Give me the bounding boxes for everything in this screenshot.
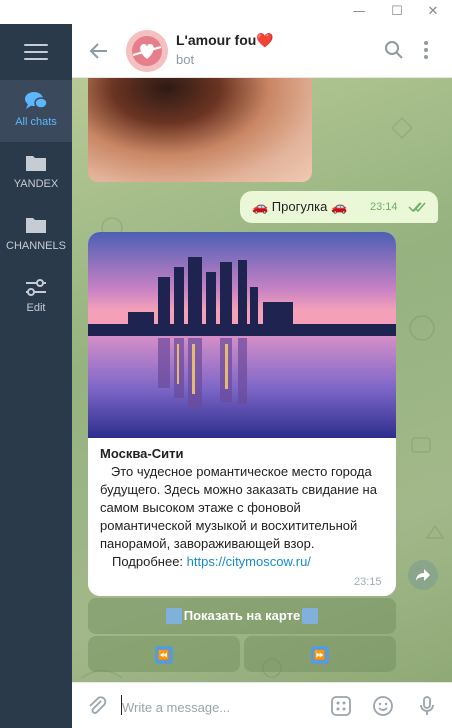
sliders-icon xyxy=(26,279,46,296)
show-on-map-button[interactable]: Показать на карте xyxy=(88,598,396,634)
bot-commands-icon[interactable] xyxy=(330,695,352,717)
close-icon[interactable]: ✕ xyxy=(422,2,444,22)
sidebar-item-yandex[interactable]: YANDEX xyxy=(0,142,72,204)
message-time: 23:14 xyxy=(370,201,398,213)
more-line: Подробнее: https://citymoscow.ru/ xyxy=(100,553,388,571)
message-text: 🚗 Прогулка 🚗 xyxy=(252,199,348,214)
hamburger-menu-icon[interactable] xyxy=(24,44,48,62)
window-titlebar: — ☐ ✕ xyxy=(0,0,452,24)
sidebar-item-label: Edit xyxy=(26,302,46,314)
folder-icon xyxy=(26,156,46,171)
sidebar-item-all-chats[interactable]: All chats xyxy=(0,80,72,142)
maximize-icon[interactable]: ☐ xyxy=(386,2,408,22)
message-input[interactable] xyxy=(122,697,322,717)
incoming-message[interactable]: Москва-Сити Это чудесное романтическое м… xyxy=(88,232,396,596)
sidebar-item-channels[interactable]: CHANNELS xyxy=(0,204,72,266)
chat-area[interactable]: 🚗 Прогулка 🚗 23:14 Москва-Сити Это чудес… xyxy=(72,78,452,682)
outgoing-message[interactable]: 🚗 Прогулка 🚗 23:14 xyxy=(240,191,438,223)
back-arrow-icon[interactable] xyxy=(88,40,110,62)
message-text: Это чудесное романтическое место города … xyxy=(100,464,381,551)
rewind-icon: ⏪ xyxy=(155,645,173,664)
microphone-icon[interactable] xyxy=(416,695,438,717)
folders-sidebar: All chats YANDEX CHANNELS Edit xyxy=(0,24,72,728)
more-options-icon[interactable] xyxy=(422,40,430,60)
message-link[interactable]: https://citymoscow.ru/ xyxy=(187,554,311,569)
chat-header: L'amour fou❤️ bot xyxy=(72,24,452,78)
share-button[interactable] xyxy=(408,560,438,590)
moscow-city-photo[interactable] xyxy=(88,232,396,438)
folder-icon xyxy=(26,218,46,233)
message-body: Москва-Сити Это чудесное романтическое м… xyxy=(100,445,388,571)
chat-bubbles-icon xyxy=(25,92,48,109)
previous-photo[interactable] xyxy=(88,78,312,182)
map-icon xyxy=(165,607,182,624)
emoji-icon[interactable] xyxy=(372,695,394,717)
next-button[interactable]: ⏩ xyxy=(244,636,396,672)
sidebar-item-label: All chats xyxy=(15,116,57,128)
message-composer xyxy=(72,682,452,728)
message-title: Москва-Сити xyxy=(100,446,184,461)
sidebar-item-edit[interactable]: Edit xyxy=(0,266,72,328)
message-time: 23:15 xyxy=(354,576,382,588)
avatar[interactable] xyxy=(126,30,168,72)
more-label: Подробнее: xyxy=(112,554,184,569)
share-arrow-icon xyxy=(416,569,430,581)
map-icon xyxy=(302,607,319,624)
sidebar-item-label: YANDEX xyxy=(13,178,59,190)
double-check-icon xyxy=(408,202,426,213)
fast-forward-icon: ⏩ xyxy=(311,645,329,664)
show-on-map-label: Показать на карте xyxy=(183,608,301,623)
chat-title[interactable]: L'amour fou❤️ xyxy=(176,32,274,49)
search-icon[interactable] xyxy=(384,40,404,60)
previous-button[interactable]: ⏪ xyxy=(88,636,240,672)
chat-subtitle: bot xyxy=(176,52,195,67)
sidebar-item-label: CHANNELS xyxy=(6,240,66,252)
paperclip-icon[interactable] xyxy=(86,695,108,717)
minimize-icon[interactable]: — xyxy=(348,2,370,22)
